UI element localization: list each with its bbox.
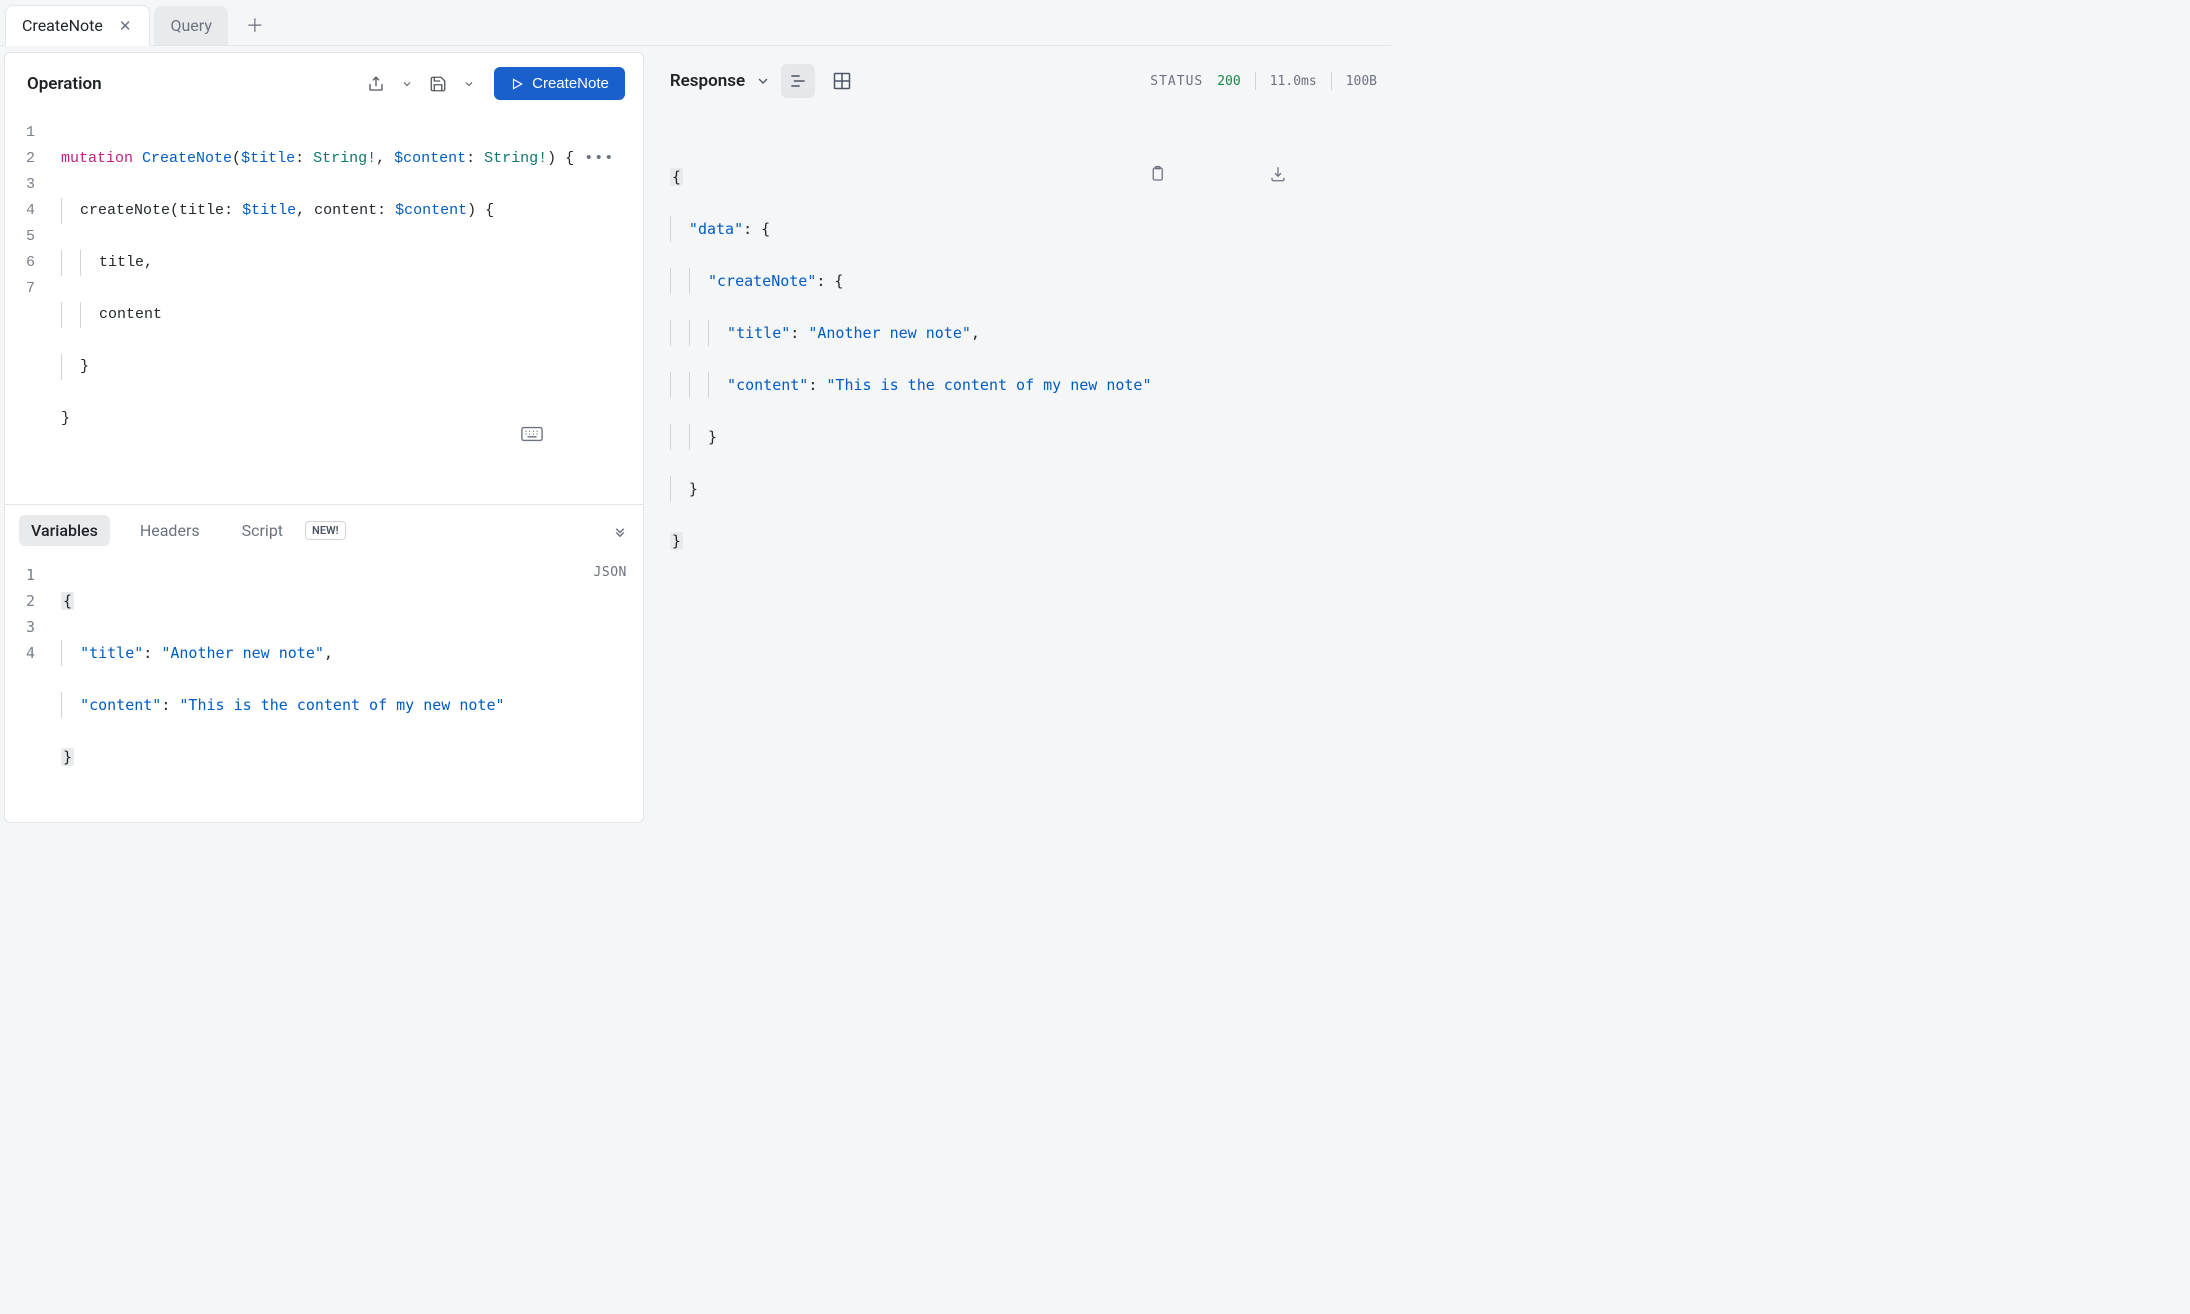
- app-root: CreateNote ✕ Query ＋ Operation: [0, 0, 1391, 823]
- chevron-down-icon[interactable]: [460, 70, 478, 98]
- tab-variables[interactable]: Variables: [19, 515, 110, 546]
- response-actions: [1148, 112, 1377, 236]
- response-stats: STATUS 200 11.0ms 100B: [1150, 72, 1377, 90]
- tab-query[interactable]: Query: [154, 6, 227, 45]
- tab-headers[interactable]: Headers: [128, 515, 212, 546]
- main-split: Operation CreateNote: [0, 46, 1391, 823]
- share-icon[interactable]: [362, 70, 390, 98]
- response-title: Response: [670, 71, 745, 91]
- variables-editor[interactable]: JSON 1 2 3 4 { "title": "Another new not…: [5, 556, 643, 822]
- status-label: STATUS: [1150, 74, 1203, 89]
- tabs-bar: CreateNote ✕ Query ＋: [0, 0, 1391, 46]
- run-button-label: CreateNote: [532, 75, 609, 92]
- variables-panel: Variables Headers Script NEW! JSON 1 2 3…: [5, 504, 643, 822]
- copy-icon[interactable]: [1148, 112, 1256, 236]
- run-button[interactable]: CreateNote: [494, 67, 625, 100]
- view-json-icon[interactable]: [781, 64, 815, 98]
- response-body[interactable]: { "data": { "createNote": { "title": "An…: [670, 112, 1377, 823]
- tab-createnote[interactable]: CreateNote ✕: [5, 5, 150, 46]
- chevron-down-icon[interactable]: [755, 73, 771, 89]
- operation-editor[interactable]: 1 2 3 4 5 6 7 mutation CreateNote($title…: [5, 114, 643, 504]
- fold-ellipsis-icon[interactable]: •••: [574, 150, 614, 167]
- status-code: 200: [1217, 74, 1240, 89]
- operation-header: Operation CreateNote: [5, 53, 643, 114]
- operation-pane: Operation CreateNote: [4, 52, 644, 823]
- line-gutter: 1 2 3 4: [5, 556, 47, 822]
- chevron-down-icon[interactable]: [398, 70, 416, 98]
- tab-label: Query: [170, 16, 211, 35]
- download-icon[interactable]: [1269, 112, 1377, 236]
- view-table-icon[interactable]: [825, 64, 859, 98]
- operation-title: Operation: [27, 74, 354, 94]
- save-icon[interactable]: [424, 70, 452, 98]
- add-tab-button[interactable]: ＋: [232, 6, 278, 44]
- collapse-icon[interactable]: [611, 522, 629, 540]
- close-icon[interactable]: ✕: [117, 17, 134, 35]
- divider: [1331, 72, 1332, 90]
- keyboard-icon[interactable]: [521, 374, 629, 494]
- divider: [1255, 72, 1256, 90]
- line-gutter: 1 2 3 4 5 6 7: [5, 114, 47, 504]
- new-badge: NEW!: [305, 521, 346, 540]
- response-pane: Response STATUS 200 11.0ms 100B: [644, 46, 1391, 823]
- response-time: 11.0ms: [1270, 74, 1317, 89]
- response-header: Response STATUS 200 11.0ms 100B: [670, 64, 1377, 98]
- tab-label: CreateNote: [22, 16, 103, 35]
- variables-body[interactable]: { "title": "Another new note", "content"…: [47, 556, 643, 822]
- tab-script[interactable]: Script: [230, 515, 295, 546]
- code-body[interactable]: mutation CreateNote($title: String!, $co…: [47, 114, 643, 504]
- variables-tabs: Variables Headers Script NEW!: [5, 505, 643, 556]
- response-size: 100B: [1346, 74, 1377, 89]
